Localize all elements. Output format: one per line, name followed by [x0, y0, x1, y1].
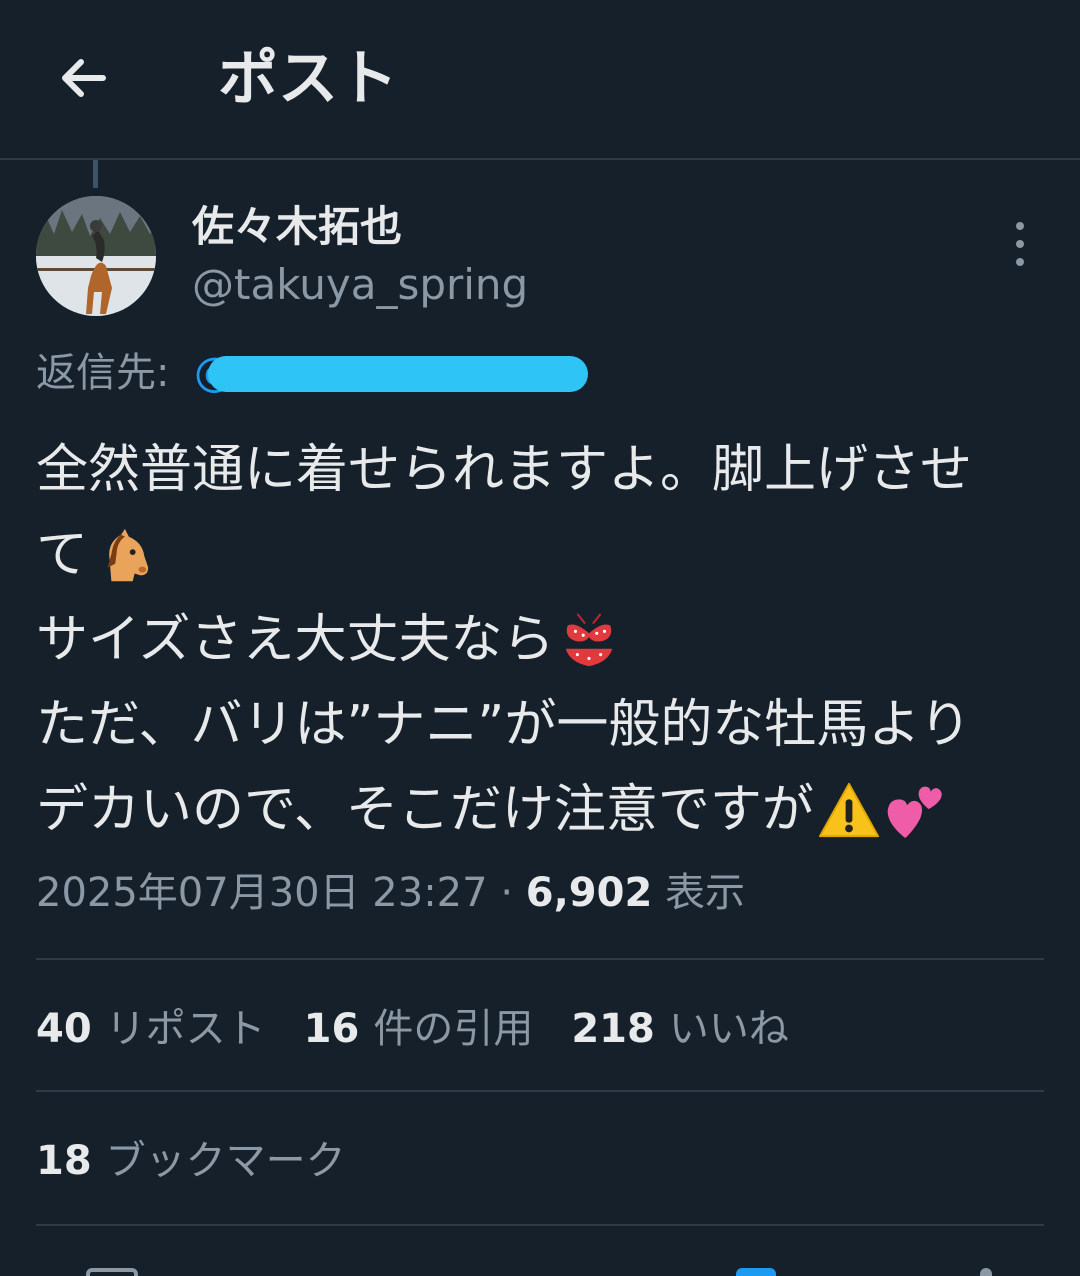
meta-separator: ·	[500, 870, 514, 916]
two-hearts-emoji	[887, 786, 942, 838]
likes-label: いいね	[668, 1006, 789, 1052]
reply-to-user-link[interactable]: @	[194, 350, 590, 396]
reply-icon[interactable]	[86, 1268, 138, 1276]
tweet-line-5-text: デカいので、そこだけ注意ですが	[36, 780, 814, 840]
tweet-line-3-text: サイズさえ大丈夫なら	[36, 610, 555, 670]
divider	[36, 958, 1044, 960]
more-vertical-icon	[1016, 222, 1024, 230]
horse-face-emoji	[107, 528, 149, 581]
likes-stat[interactable]: 218 いいね	[571, 1002, 789, 1056]
reposts-count: 40	[36, 1006, 92, 1052]
tweet-meta: 2025年07月30日 23:27 · 6,902 表示	[36, 866, 745, 920]
reposts-stat[interactable]: 40 リポスト	[36, 1002, 266, 1056]
views-label: 表示	[665, 870, 745, 916]
share-icon[interactable]	[980, 1268, 992, 1276]
reposts-label: リポスト	[105, 1006, 266, 1052]
thread-connector-line	[93, 160, 98, 188]
more-vertical-icon	[1016, 240, 1024, 248]
page-title: ポスト	[218, 44, 398, 114]
divider	[36, 1090, 1044, 1092]
tweet-line-5: デカいので、そこだけ注意ですが	[36, 768, 1036, 853]
bookmarks-label: ブックマーク	[105, 1138, 346, 1184]
avatar[interactable]	[36, 196, 156, 316]
back-button[interactable]	[50, 45, 116, 111]
tweet-line-2-text: て	[36, 525, 89, 585]
top-bar: ポスト	[0, 0, 1080, 160]
warning-emoji	[818, 782, 879, 837]
quotes-count: 16	[303, 1006, 360, 1052]
author-display-name[interactable]: 佐々木拓也	[192, 200, 402, 254]
author-handle[interactable]: @takuya_spring	[192, 258, 528, 312]
arrow-left-icon	[62, 59, 106, 97]
redacted-username-scribble	[208, 356, 588, 392]
tweet-line-2: て	[36, 513, 1036, 598]
bookmark-icon[interactable]	[736, 1268, 776, 1276]
action-bar	[0, 1262, 1080, 1276]
divider	[36, 1224, 1044, 1226]
timestamp[interactable]: 2025年07月30日 23:27	[36, 870, 488, 916]
likes-count: 218	[571, 1006, 655, 1052]
bookmarks-stat[interactable]: 18 ブックマーク	[36, 1134, 346, 1188]
reply-to-label: 返信先:	[36, 350, 170, 396]
tweet-line-1-text: 全然普通に着せられますよ。脚上げさせ	[36, 440, 973, 500]
tweet-line-1: 全然普通に着せられますよ。脚上げさせ	[36, 428, 1036, 513]
horse-rider-avatar	[36, 196, 156, 316]
more-options-button[interactable]	[1000, 222, 1040, 266]
tweet-text: 全然普通に着せられますよ。脚上げさせ て サイズさえ大丈夫なら ただ、バリは”ナ…	[36, 428, 1036, 853]
views-count: 6,902	[525, 870, 653, 916]
more-vertical-icon	[1016, 258, 1024, 266]
tweet-line-4: ただ、バリは”ナニ”が一般的な牡馬より	[36, 683, 1036, 768]
quotes-label: 件の引用	[373, 1006, 534, 1052]
tweet-line-3: サイズさえ大丈夫なら	[36, 598, 1036, 683]
bikini-emoji	[566, 612, 613, 666]
engagement-stats: 40 リポスト 16 件の引用 218 いいね	[36, 1002, 827, 1056]
bookmarks-count: 18	[36, 1138, 92, 1184]
quotes-stat[interactable]: 16 件の引用	[304, 1002, 534, 1056]
tweet-line-4-text: ただ、バリは”ナニ”が一般的な牡馬より	[36, 695, 972, 755]
